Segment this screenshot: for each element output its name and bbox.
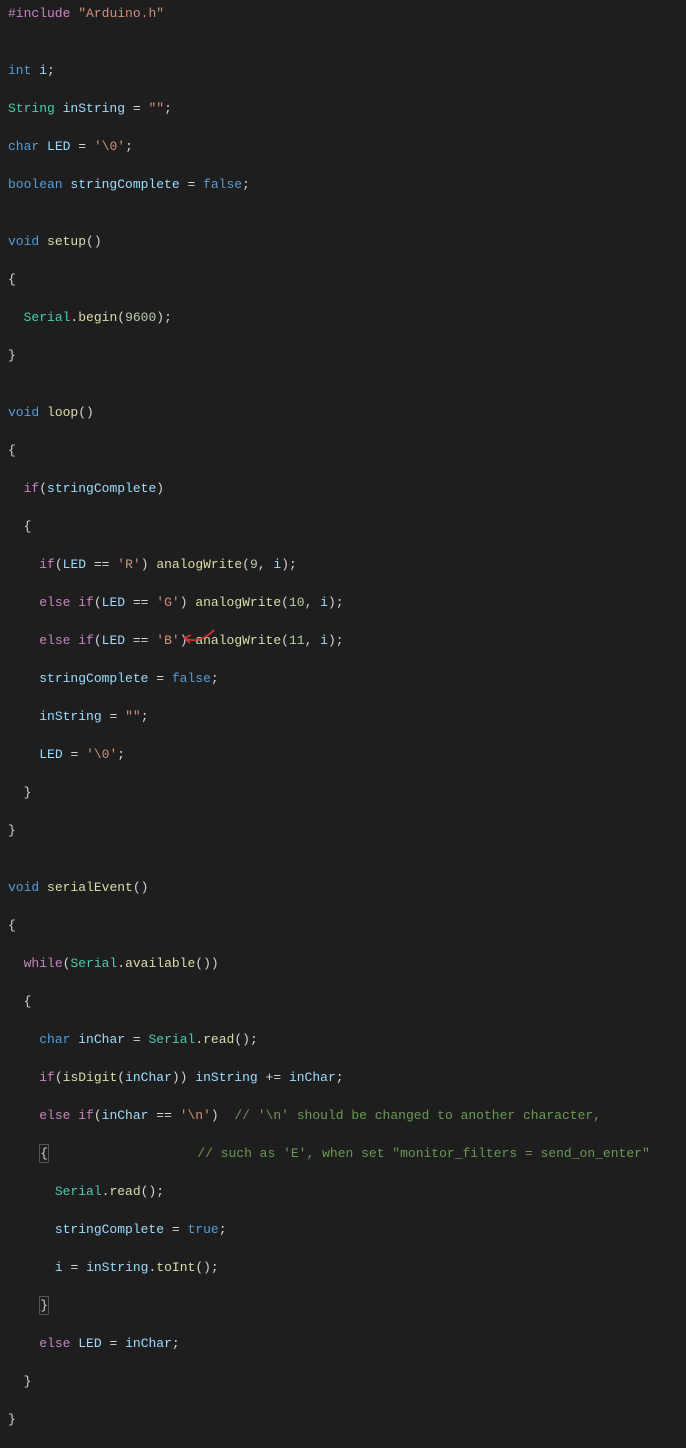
- var-inString: inString: [63, 101, 125, 116]
- obj-serial: Serial: [24, 310, 71, 325]
- bracket-highlight-close: }: [39, 1296, 49, 1315]
- func-setup: setup: [47, 234, 86, 249]
- func-serialEvent: serialEvent: [47, 880, 133, 895]
- var-stringComplete: stringComplete: [70, 177, 179, 192]
- func-isDigit: isDigit: [63, 1070, 118, 1085]
- type-string: String: [8, 101, 55, 116]
- preproc-include: #include: [8, 6, 70, 21]
- baud-rate: 9600: [125, 310, 156, 325]
- semicolon: ;: [47, 63, 55, 78]
- literal-G: 'G': [156, 595, 179, 610]
- func-toInt: toInt: [156, 1260, 195, 1275]
- literal-newline: '\n': [180, 1108, 211, 1123]
- func-analogWrite: analogWrite: [156, 557, 242, 572]
- type-boolean: boolean: [8, 177, 63, 192]
- comment-1: // '\n' should be changed to another cha…: [234, 1108, 601, 1123]
- kw-elseif: else if: [39, 595, 94, 610]
- var-inChar: inChar: [78, 1032, 125, 1047]
- comment-2: // such as 'E', when set "monitor_filter…: [197, 1146, 649, 1161]
- type-char: char: [8, 139, 39, 154]
- func-read: read: [203, 1032, 234, 1047]
- literal-null: '\0': [94, 139, 125, 154]
- code-editor[interactable]: #include "Arduino.h" int i; String inStr…: [8, 4, 686, 1448]
- kw-if: if: [24, 481, 40, 496]
- kw-while: while: [24, 956, 63, 971]
- literal-empty: "": [148, 101, 164, 116]
- kw-else: else: [39, 1336, 70, 1351]
- var-LED: LED: [47, 139, 70, 154]
- var-i: i: [39, 63, 47, 78]
- literal-R: 'R': [117, 557, 140, 572]
- assign: =: [133, 101, 141, 116]
- literal-true: true: [187, 1222, 218, 1237]
- func-begin: begin: [78, 310, 117, 325]
- include-header: "Arduino.h": [78, 6, 164, 21]
- func-available: available: [125, 956, 195, 971]
- literal-B: 'B': [156, 633, 179, 648]
- kw-void: void: [8, 234, 39, 249]
- literal-false: false: [203, 177, 242, 192]
- func-loop: loop: [47, 405, 78, 420]
- type-int: int: [8, 63, 31, 78]
- bracket-highlight-open: {: [39, 1144, 49, 1163]
